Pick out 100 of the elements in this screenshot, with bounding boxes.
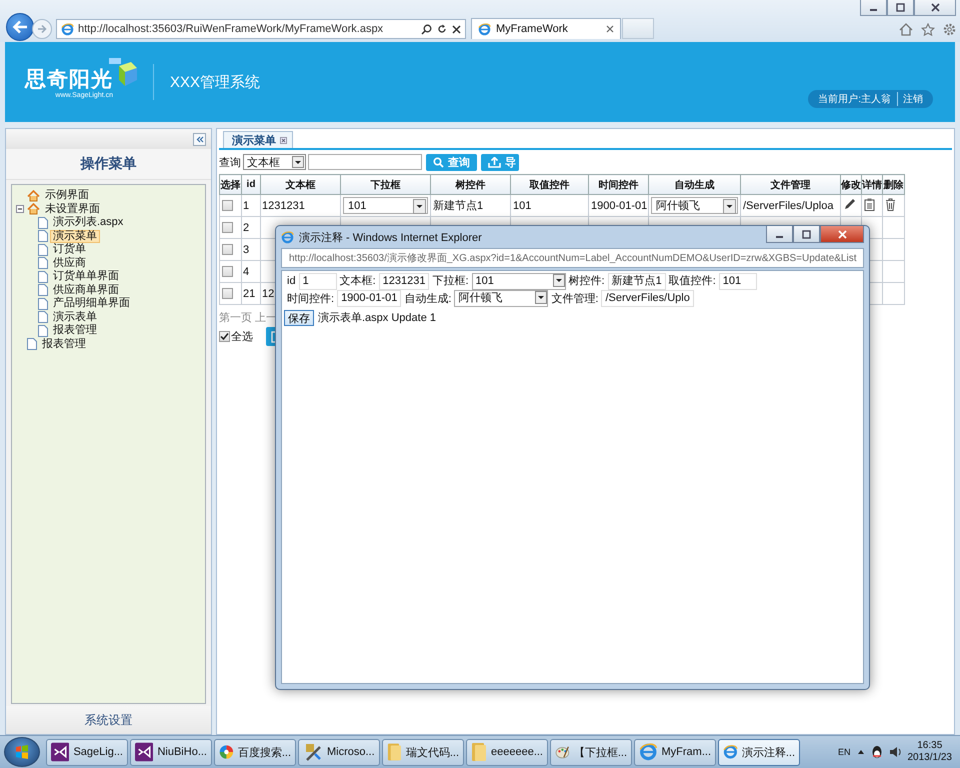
speaker-icon[interactable]: [888, 746, 902, 758]
column-header: 删除: [882, 174, 904, 194]
table-cell: /ServerFiles/Uploa: [743, 200, 834, 212]
maximize-button[interactable]: [887, 0, 914, 16]
row-checkbox[interactable]: [222, 200, 233, 212]
taskbar-item[interactable]: SageLig...: [46, 738, 128, 766]
table-cell: 新建节点1: [433, 200, 484, 212]
tree-item[interactable]: 报表管理: [39, 338, 89, 351]
field-label: 时间控件:: [287, 292, 334, 305]
caret-up-icon[interactable]: [856, 749, 864, 755]
current-user: 当前用户:主人翁: [818, 92, 891, 106]
table-cell: 12: [262, 288, 274, 300]
close-icon[interactable]: [606, 25, 614, 33]
page-tab[interactable]: 演示菜单: [223, 131, 293, 148]
taskbar-item[interactable]: Microso...: [298, 738, 380, 766]
browser-tab[interactable]: MyFrameWork: [471, 18, 621, 39]
house-icon: [27, 203, 40, 216]
clock-time[interactable]: 16:35: [917, 740, 942, 752]
taskbar-item[interactable]: 瑞文代码...: [382, 738, 464, 766]
maximize-button[interactable]: [793, 226, 820, 243]
settings-panel-header[interactable]: 系统设置: [6, 706, 211, 734]
column-header: 修改: [840, 174, 862, 194]
page-icon: [27, 338, 37, 350]
tree-item[interactable]: 演示菜单: [50, 230, 100, 243]
row-checkbox[interactable]: [222, 266, 233, 278]
page-icon: [38, 244, 48, 256]
logout-link[interactable]: 注销: [897, 92, 923, 106]
input-field[interactable]: 1: [298, 273, 337, 290]
dropdown[interactable]: 101: [472, 273, 566, 290]
tree-item[interactable]: 产品明细单界面: [50, 297, 133, 310]
close-icon: [930, 2, 940, 12]
close-button[interactable]: [820, 226, 864, 243]
tree-item[interactable]: 演示列表.aspx: [50, 216, 126, 230]
search-icon[interactable]: [421, 24, 432, 34]
field-dropdown[interactable]: 文本框: [243, 154, 306, 170]
collapse-button[interactable]: [193, 132, 206, 146]
taskbar-item[interactable]: NiuBiHo...: [130, 738, 212, 766]
minimize-button[interactable]: [766, 226, 793, 243]
taskbar-item[interactable]: 百度搜索...: [214, 738, 296, 766]
cell-dropdown[interactable]: 阿什顿飞: [651, 197, 738, 214]
tree-item[interactable]: 示例界面: [42, 189, 92, 202]
save-button[interactable]: 保存: [284, 310, 314, 326]
tree-item[interactable]: 订货单单界面: [50, 270, 122, 284]
refresh-icon[interactable]: [437, 24, 447, 34]
select-all-checkbox[interactable]: [219, 331, 230, 342]
column-header: 下拉框: [340, 174, 430, 194]
select-all-label: 全选: [231, 330, 253, 344]
address-field[interactable]: http://localhost:35603/RuiWenFrameWork/MyFrameWork.aspx: [56, 19, 466, 39]
taskbar-item[interactable]: 演示注释...: [718, 738, 800, 766]
row-checkbox[interactable]: [222, 288, 233, 300]
field-label: 树控件:: [568, 275, 605, 288]
column-header: 取值控件: [510, 174, 588, 194]
upload-icon: [488, 156, 501, 168]
table-cell: 1900-01-01: [591, 200, 648, 212]
start-button[interactable]: [4, 737, 40, 767]
home-icon[interactable]: [899, 23, 913, 36]
dropdown[interactable]: 阿什顿飞: [454, 290, 548, 308]
column-header: 自动生成: [648, 174, 740, 194]
clock-date[interactable]: 2013/1/23: [908, 752, 952, 764]
clipboard-icon[interactable]: [864, 198, 875, 210]
input-field[interactable]: 新建节点1: [608, 273, 666, 290]
input-field[interactable]: 1231231: [378, 273, 430, 290]
minimize-button[interactable]: [860, 0, 887, 16]
cell-dropdown[interactable]: 101: [343, 197, 428, 214]
table-cell: 1: [243, 200, 250, 212]
taskbar-item[interactable]: eeeeeee...: [466, 738, 548, 766]
input-field[interactable]: 1900-01-01: [337, 290, 402, 308]
back-button[interactable]: [6, 13, 34, 41]
address-field[interactable]: http://localhost:35603/演示修改界面_XG.aspx?id=1&AccountNum=Label_AccountNumDEMO&UserID=zrw&XGBS=Update&List: [281, 248, 864, 268]
close-button[interactable]: [914, 0, 956, 16]
trash-icon[interactable]: [885, 198, 896, 210]
star-icon[interactable]: [921, 23, 935, 36]
ie-icon: [281, 230, 294, 244]
search-field[interactable]: [308, 154, 422, 170]
logo-text: 思奇阳光: [25, 67, 113, 92]
input-field[interactable]: /ServerFiles/Uplo: [601, 290, 694, 308]
tree-item[interactable]: 供应商单界面: [50, 284, 122, 297]
column-header: id: [242, 174, 260, 194]
table-cell: 1231231: [262, 200, 305, 212]
pencil-icon[interactable]: [843, 198, 856, 210]
taskbar-item[interactable]: 【下拉框...: [550, 738, 632, 766]
input-field[interactable]: 101: [718, 273, 757, 290]
settings-icon[interactable]: [943, 23, 956, 36]
tree-item[interactable]: 演示表单: [50, 310, 100, 324]
collapse-toggle[interactable]: [16, 204, 25, 214]
tree-item[interactable]: 供应商: [50, 256, 89, 270]
language-indicator[interactable]: EN: [838, 747, 850, 757]
infinity-icon: [51, 742, 70, 762]
page-icon: [38, 298, 48, 310]
tree-item[interactable]: 订货单: [50, 243, 89, 256]
tree-item[interactable]: 未设置界面: [42, 202, 103, 216]
taskbar-item[interactable]: MyFram...: [634, 738, 716, 766]
table-cell: 3: [243, 244, 250, 256]
penguin-icon[interactable]: [870, 745, 882, 759]
double-chevron-icon: [196, 136, 204, 142]
row-checkbox[interactable]: [222, 244, 233, 256]
row-checkbox[interactable]: [222, 222, 233, 234]
close-icon[interactable]: [452, 24, 461, 34]
folder-icon: [471, 742, 487, 762]
tree-item[interactable]: 报表管理: [50, 324, 100, 338]
